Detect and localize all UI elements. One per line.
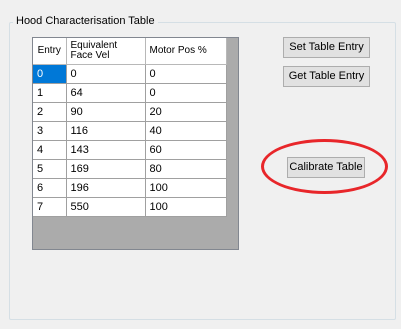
column-header-entry[interactable]: Entry: [33, 38, 67, 65]
get-table-entry-button[interactable]: Get Table Entry: [283, 66, 370, 87]
motor-pos-cell[interactable]: 100: [145, 178, 227, 198]
motor-pos-cell[interactable]: 0: [145, 64, 227, 84]
characterisation-data-table: Entry Equivalent Face Vel Motor Pos % 0 …: [33, 38, 227, 217]
face-vel-cell[interactable]: 116: [66, 121, 146, 141]
entry-cell[interactable]: 1: [33, 83, 67, 103]
entry-cell[interactable]: 2: [33, 102, 67, 122]
motor-pos-cell[interactable]: 80: [145, 159, 227, 179]
set-table-entry-button[interactable]: Set Table Entry: [283, 37, 370, 58]
characterisation-table[interactable]: Entry Equivalent Face Vel Motor Pos % 0 …: [32, 37, 239, 250]
motor-pos-cell[interactable]: 100: [145, 197, 227, 217]
motor-pos-cell[interactable]: 0: [145, 83, 227, 103]
face-vel-cell[interactable]: 143: [66, 140, 146, 160]
table-row[interactable]: 1 64 0: [33, 83, 227, 103]
face-vel-cell[interactable]: 0: [66, 64, 146, 84]
table-row[interactable]: 5 169 80: [33, 159, 227, 179]
table-header-row: Entry Equivalent Face Vel Motor Pos %: [33, 38, 227, 65]
entry-cell[interactable]: 5: [33, 159, 67, 179]
entry-cell[interactable]: 6: [33, 178, 67, 198]
table-row[interactable]: 2 90 20: [33, 102, 227, 122]
face-vel-cell[interactable]: 196: [66, 178, 146, 198]
table-row[interactable]: 4 143 60: [33, 140, 227, 160]
table-row[interactable]: 6 196 100: [33, 178, 227, 198]
table-row[interactable]: 7 550 100: [33, 197, 227, 217]
calibrate-table-button[interactable]: Calibrate Table: [287, 157, 365, 178]
entry-cell[interactable]: 3: [33, 121, 67, 141]
face-vel-cell[interactable]: 64: [66, 83, 146, 103]
entry-cell[interactable]: 0: [33, 64, 67, 84]
motor-pos-cell[interactable]: 60: [145, 140, 227, 160]
face-vel-cell[interactable]: 169: [66, 159, 146, 179]
entry-cell[interactable]: 4: [33, 140, 67, 160]
face-vel-cell[interactable]: 90: [66, 102, 146, 122]
column-header-motor-pos[interactable]: Motor Pos %: [145, 38, 227, 65]
face-vel-cell[interactable]: 550: [66, 197, 146, 217]
motor-pos-cell[interactable]: 20: [145, 102, 227, 122]
table-row[interactable]: 3 116 40: [33, 121, 227, 141]
entry-cell[interactable]: 7: [33, 197, 67, 217]
column-header-face-vel[interactable]: Equivalent Face Vel: [66, 38, 146, 65]
hood-characterisation-panel: Hood Characterisation Table Entry Equiva…: [0, 0, 401, 329]
table-row[interactable]: 0 0 0: [33, 64, 227, 84]
groupbox-title: Hood Characterisation Table: [13, 14, 158, 28]
motor-pos-cell[interactable]: 40: [145, 121, 227, 141]
